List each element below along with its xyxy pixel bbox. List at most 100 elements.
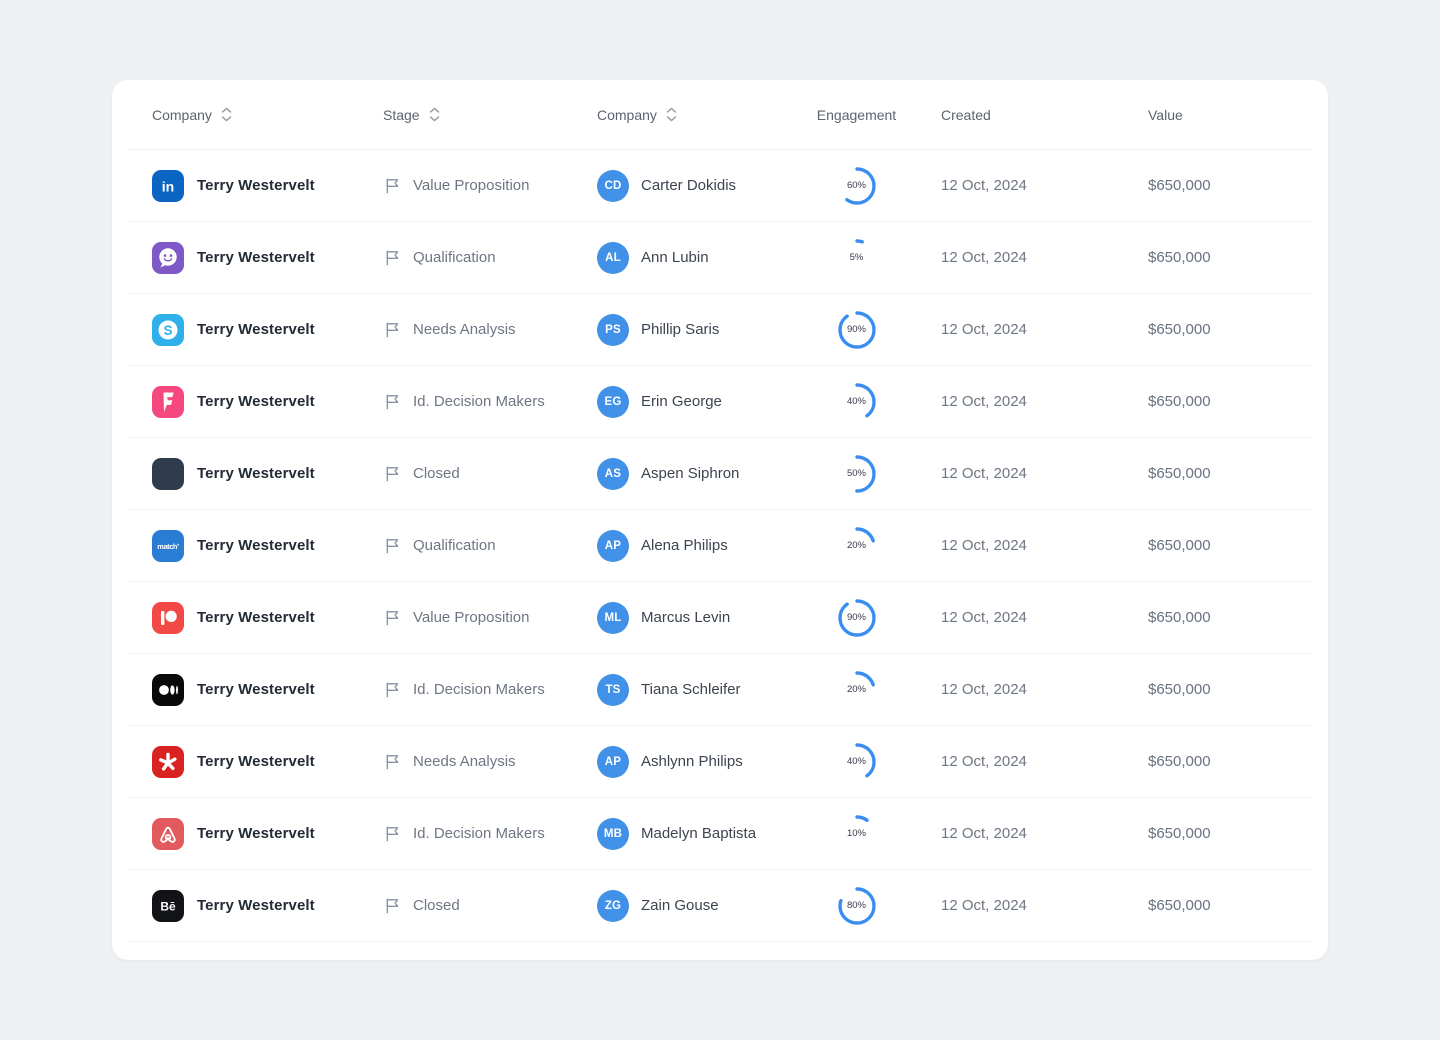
table-row[interactable]: Terry Westervelt Id. Decision Makers EG … [128,366,1312,438]
company-name: Terry Westervelt [197,537,315,554]
contact-name: Aspen Siphron [641,465,740,482]
sort-icon[interactable] [666,107,677,122]
table-row[interactable]: Terry Westervelt Qualification AL Ann Lu… [128,222,1312,294]
created-date: 12 Oct, 2024 [941,825,1027,842]
company-name: Terry Westervelt [197,753,315,770]
contact-cell: TS Tiana Schleifer [597,673,772,706]
table-row[interactable]: Terry Westervelt Closed AS Aspen Siphron… [128,438,1312,510]
column-header-created: Created [941,107,1148,123]
contact-cell: CD Carter Dokidis [597,169,772,202]
table-header-row: Company Stage Company Engagement Created… [128,80,1312,150]
flag-icon [383,392,402,411]
created-date: 12 Oct, 2024 [941,321,1027,338]
engagement-progress-ring: 50% [837,454,877,494]
column-header-stage[interactable]: Stage [383,107,597,123]
table-row[interactable]: Terry Westervelt Id. Decision Makers MB … [128,798,1312,870]
stage-label: Closed [413,465,460,482]
engagement-progress-ring: 80% [837,886,877,926]
engagement-percent: 50% [846,468,866,479]
contact-cell: MB Madelyn Baptista [597,817,772,850]
company-cell: match’ Terry Westervelt [152,529,383,562]
deal-value: $650,000 [1148,753,1211,770]
foursquare-logo-icon [152,385,184,418]
created-date: 12 Oct, 2024 [941,177,1027,194]
svg-text:S: S [163,323,172,338]
engagement-cell: 5% [772,238,941,278]
deal-value: $650,000 [1148,177,1211,194]
chat-logo-icon [152,241,184,274]
engagement-percent: 10% [846,828,866,839]
engagement-progress-ring: 10% [837,814,877,854]
avatar: PS [597,313,629,346]
engagement-percent: 90% [846,612,866,623]
stage-label: Value Proposition [413,609,530,626]
flag-icon [383,536,402,555]
engagement-percent: 80% [846,900,866,911]
table-row[interactable]: S Terry Westervelt Needs Analysis PS Phi… [128,294,1312,366]
table-row[interactable]: Terry Westervelt Id. Decision Makers TS … [128,654,1312,726]
stage-label: Needs Analysis [413,753,516,770]
avatar: CD [597,169,629,202]
engagement-progress-ring: 20% [837,670,877,710]
engagement-progress-ring: 90% [837,598,877,638]
stage-cell: Id. Decision Makers [383,824,597,843]
stage-label: Closed [413,897,460,914]
stage-label: Qualification [413,249,496,266]
stage-label: Id. Decision Makers [413,681,545,698]
avatar: AP [597,529,629,562]
table-row[interactable]: Bē Terry Westervelt Closed ZG Zain Gouse [128,870,1312,942]
contact-name: Ashlynn Philips [641,753,743,770]
column-header-company[interactable]: Company [152,107,383,123]
column-header-label: Company [152,106,212,123]
contact-name: Tiana Schleifer [641,681,741,698]
engagement-cell: 40% [772,742,941,782]
avatar: AP [597,745,629,778]
table-body: in Terry Westervelt Value Proposition CD… [128,150,1312,942]
flag-icon [383,752,402,771]
company-cell: Terry Westervelt [152,385,383,418]
contact-name: Marcus Levin [641,609,731,626]
engagement-cell: 20% [772,670,941,710]
engagement-cell: 90% [772,598,941,638]
table-row[interactable]: Terry Westervelt Value Proposition ML Ma… [128,582,1312,654]
contact-cell: ZG Zain Gouse [597,889,772,922]
sort-icon[interactable] [221,107,232,122]
column-header-contact-company[interactable]: Company [597,107,772,123]
avatar: AL [597,241,629,274]
deal-value: $650,000 [1148,897,1211,914]
deals-table: Company Stage Company Engagement Created… [112,80,1328,942]
stage-cell: Closed [383,464,597,483]
created-date: 12 Oct, 2024 [941,609,1027,626]
column-header-label: Engagement [816,106,897,123]
stage-cell: Qualification [383,536,597,555]
column-header-value: Value [1148,107,1312,123]
created-date: 12 Oct, 2024 [941,465,1027,482]
avatar: ZG [597,889,629,922]
table-row[interactable]: Terry Westervelt Needs Analysis AP Ashly… [128,726,1312,798]
created-date: 12 Oct, 2024 [941,249,1027,266]
company-cell: Terry Westervelt [152,457,383,490]
company-name: Terry Westervelt [197,177,315,194]
company-name: Terry Westervelt [197,393,315,410]
deal-value: $650,000 [1148,321,1211,338]
sort-icon[interactable] [429,107,440,122]
flag-icon [383,320,402,339]
company-cell: Terry Westervelt [152,601,383,634]
engagement-cell: 40% [772,382,941,422]
avatar: TS [597,673,629,706]
contact-name: Erin George [641,393,722,410]
engagement-cell: 60% [772,166,941,206]
stage-label: Needs Analysis [413,321,516,338]
company-cell: Terry Westervelt [152,673,383,706]
avatar: MB [597,817,629,850]
table-row[interactable]: in Terry Westervelt Value Proposition CD… [128,150,1312,222]
column-header-label: Stage [383,106,420,123]
engagement-percent: 5% [849,252,864,263]
engagement-cell: 50% [772,454,941,494]
table-row[interactable]: match’ Terry Westervelt Qualification AP… [128,510,1312,582]
company-name: Terry Westervelt [197,825,315,842]
stage-label: Value Proposition [413,177,530,194]
avatar: ML [597,601,629,634]
created-date: 12 Oct, 2024 [941,537,1027,554]
engagement-percent: 60% [846,180,866,191]
